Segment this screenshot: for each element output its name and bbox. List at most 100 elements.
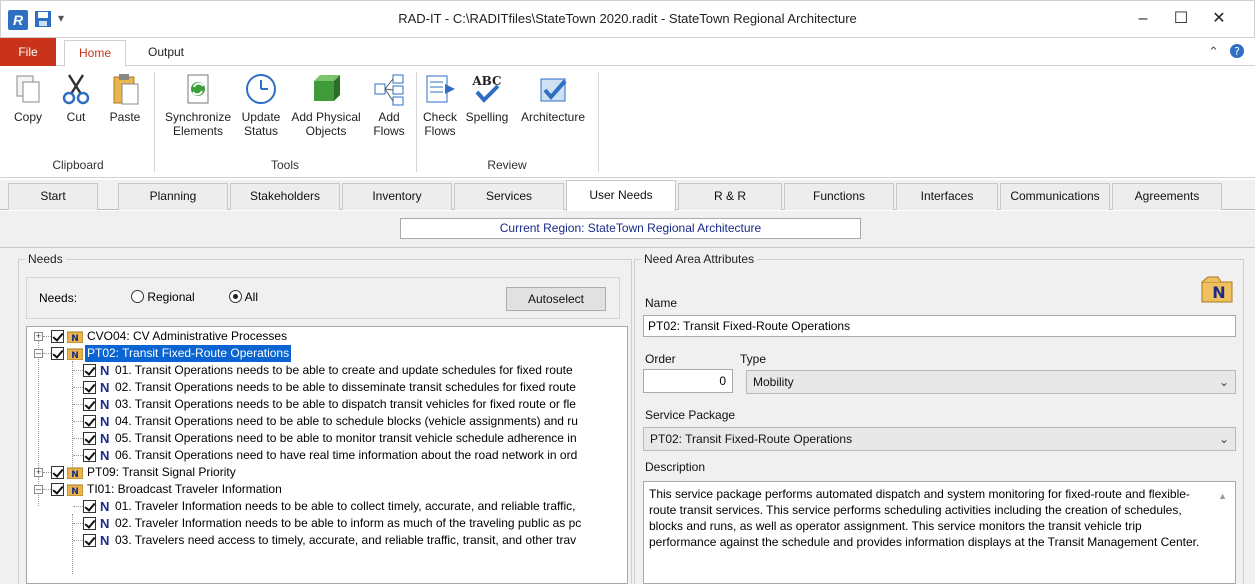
tree-item-area[interactable]: + N CVO04: CV Administrative Processes [27, 328, 627, 345]
tab-inventory[interactable]: Inventory [342, 183, 452, 210]
window-title: RAD-IT - C:\RADITfiles\StateTown 2020.ra… [398, 11, 857, 26]
update-status-button[interactable]: Update Status [238, 72, 284, 138]
tab-planning[interactable]: Planning [118, 183, 228, 210]
regional-radio[interactable]: Regional [131, 290, 195, 304]
tree-item-need[interactable]: N 05. Transit Operations need to be able… [27, 430, 627, 447]
tree-item-area[interactable]: – N TI01: Broadcast Traveler Information [27, 481, 627, 498]
synchronize-icon [181, 72, 215, 106]
add-flows-button[interactable]: Add Flows [368, 72, 410, 138]
need-icon: N [100, 363, 110, 378]
tree-item-label: PT09: Transit Signal Priority [87, 465, 236, 479]
copy-button[interactable]: Copy [8, 72, 48, 124]
ribbon-separator [154, 72, 155, 172]
tree-checkbox[interactable] [83, 398, 96, 411]
tab-home[interactable]: Home [64, 40, 126, 67]
service-package-dropdown[interactable]: PT02: Transit Fixed-Route Operations ⌄ [643, 427, 1236, 451]
tree-item-label: 02. Traveler Information needs to be abl… [115, 516, 582, 530]
cut-button[interactable]: Cut [56, 72, 96, 124]
autoselect-button[interactable]: Autoselect [506, 287, 606, 311]
tab-user-needs[interactable]: User Needs [566, 180, 676, 211]
copy-icon [11, 72, 45, 106]
description-textarea[interactable]: This service package performs automated … [643, 481, 1236, 584]
flows-icon [372, 72, 406, 106]
svg-text:N: N [71, 487, 79, 496]
tree-checkbox[interactable] [51, 483, 64, 496]
tab-communications[interactable]: Communications [1000, 183, 1110, 210]
tab-agreements[interactable]: Agreements [1112, 183, 1222, 210]
collapse-icon[interactable]: – [34, 485, 43, 494]
type-dropdown[interactable]: Mobility ⌄ [746, 370, 1236, 394]
tree-item-need[interactable]: N 03. Transit Operations needs to be abl… [27, 396, 627, 413]
all-radio[interactable]: All [229, 290, 258, 304]
help-icon[interactable]: ? [1229, 43, 1245, 62]
architecture-button[interactable]: Architecture [514, 72, 592, 124]
paste-button[interactable]: Paste [104, 72, 146, 124]
tree-checkbox[interactable] [83, 500, 96, 513]
tree-checkbox[interactable] [83, 449, 96, 462]
paste-icon [108, 72, 142, 106]
needs-group-label: Needs [25, 252, 66, 266]
check-flows-icon [423, 72, 457, 106]
collapse-icon[interactable]: – [34, 349, 43, 358]
tab-interfaces[interactable]: Interfaces [896, 183, 998, 210]
tree-item-area[interactable]: + N PT09: Transit Signal Priority [27, 464, 627, 481]
tree-item-label: PT02: Transit Fixed-Route Operations [85, 345, 292, 362]
tab-services[interactable]: Services [454, 183, 564, 210]
tree-checkbox[interactable] [83, 381, 96, 394]
maximize-button[interactable]: ☐ [1163, 5, 1199, 33]
need-area-icon: N [66, 347, 84, 361]
tree-item-area-selected[interactable]: – N PT02: Transit Fixed-Route Operations [27, 345, 627, 362]
tree-checkbox[interactable] [83, 432, 96, 445]
expand-icon[interactable]: + [34, 468, 43, 477]
description-label: Description [645, 460, 706, 474]
main-tab-strip: Start Planning Stakeholders Inventory Se… [0, 180, 1255, 211]
synchronize-elements-button[interactable]: Synchronize Elements [160, 72, 236, 138]
tools-group-label: Tools [270, 158, 299, 172]
tab-functions[interactable]: Functions [784, 183, 894, 210]
close-button[interactable]: ✕ [1201, 5, 1237, 33]
tab-file[interactable]: File [0, 38, 56, 66]
need-area-icon: N [66, 483, 84, 497]
spelling-button[interactable]: ABC Spelling [460, 72, 514, 124]
tree-checkbox[interactable] [83, 517, 96, 530]
tree-item-need[interactable]: N 02. Traveler Information needs to be a… [27, 515, 627, 532]
regional-radio-label: Regional [147, 290, 195, 304]
tab-stakeholders[interactable]: Stakeholders [230, 183, 340, 210]
add-physical-objects-button[interactable]: Add Physical Objects [286, 72, 366, 138]
tree-checkbox[interactable] [83, 364, 96, 377]
minimize-button[interactable]: – [1125, 5, 1161, 33]
scroll-up-icon[interactable]: ▲ [1218, 488, 1227, 504]
need-icon: N [100, 380, 110, 395]
tree-item-label: 02. Transit Operations needs to be able … [115, 380, 576, 394]
tree-checkbox[interactable] [83, 415, 96, 428]
tree-item-need[interactable]: N 01. Transit Operations needs to be abl… [27, 362, 627, 379]
tree-item-label: 04. Transit Operations need to be able t… [115, 414, 578, 428]
tab-start[interactable]: Start [8, 183, 98, 210]
green-cube-icon [309, 72, 343, 106]
tree-item-label: 03. Transit Operations needs to be able … [115, 397, 576, 411]
tree-item-need[interactable]: N 01. Traveler Information needs to be a… [27, 498, 627, 515]
name-field[interactable]: PT02: Transit Fixed-Route Operations [643, 315, 1236, 337]
tab-r-and-r[interactable]: R & R [678, 183, 782, 210]
expand-icon[interactable]: + [34, 332, 43, 341]
check-flows-button[interactable]: Check Flows [422, 72, 458, 138]
divider [0, 247, 1255, 248]
svg-text:N: N [1212, 283, 1225, 302]
needs-tree: + N CVO04: CV Administrative Processes –… [26, 326, 628, 584]
tab-output[interactable]: Output [136, 40, 196, 66]
order-field[interactable]: 0 [643, 369, 733, 393]
scissors-icon [59, 72, 93, 106]
tree-item-need[interactable]: N 03. Travelers need access to timely, a… [27, 532, 627, 549]
need-icon: N [100, 414, 110, 429]
tree-checkbox[interactable] [83, 534, 96, 547]
tree-checkbox[interactable] [51, 466, 64, 479]
tree-item-need[interactable]: N 02. Transit Operations needs to be abl… [27, 379, 627, 396]
ribbon-separator [416, 72, 417, 172]
collapse-ribbon-icon[interactable]: ⌃ [1208, 44, 1219, 60]
tree-item-need[interactable]: N 04. Transit Operations need to be able… [27, 413, 627, 430]
tree-checkbox[interactable] [51, 330, 64, 343]
need-icon: N [100, 431, 110, 446]
tree-checkbox[interactable] [51, 347, 64, 360]
tree-item-need[interactable]: N 06. Transit Operations need to have re… [27, 447, 627, 464]
user-needs-panel: Current Region: StateTown Regional Archi… [0, 211, 1255, 584]
